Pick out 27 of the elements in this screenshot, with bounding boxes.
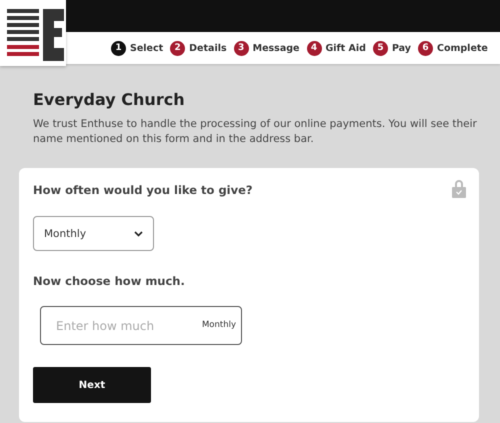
- step-tab[interactable]: 5 Pay: [372, 40, 411, 56]
- frequency-dropdown[interactable]: Monthly: [33, 216, 154, 251]
- step-tab[interactable]: 4 Gift Aid: [306, 40, 366, 56]
- step-tab[interactable]: 1 Select: [111, 40, 164, 56]
- step-tab[interactable]: 6 Complete: [418, 40, 488, 56]
- step-label: Details: [189, 42, 227, 54]
- step-number-badge: 1: [111, 40, 126, 56]
- step-label: Pay: [392, 42, 411, 54]
- chevron-down-icon: [134, 230, 143, 236]
- step-label: Gift Aid: [326, 42, 366, 54]
- frequency-suffix: Monthly: [202, 320, 236, 330]
- frequency-question: How often would you like to give?: [33, 183, 253, 198]
- lock-icon: [452, 179, 466, 198]
- step-label: Complete: [436, 42, 488, 54]
- next-button[interactable]: Next: [33, 367, 151, 403]
- step-tab[interactable]: 3 Message: [234, 40, 300, 56]
- description-text: We trust Enthuse to handle the processing of our online payments. You will see their name mentioned on this form and in the address bar.: [33, 117, 478, 147]
- step-number-badge: 6: [418, 40, 433, 56]
- step-number-badge: 2: [170, 40, 186, 56]
- step-label: Message: [252, 42, 300, 54]
- step-number-badge: 3: [234, 40, 249, 56]
- step-number-badge: 4: [306, 40, 322, 56]
- page-title: Everyday Church: [33, 90, 186, 109]
- amount-question: Now choose how much.: [33, 274, 185, 289]
- step-tab[interactable]: 2 Details: [170, 40, 227, 56]
- step-label: Select: [130, 42, 164, 54]
- step-number-badge: 5: [372, 40, 388, 56]
